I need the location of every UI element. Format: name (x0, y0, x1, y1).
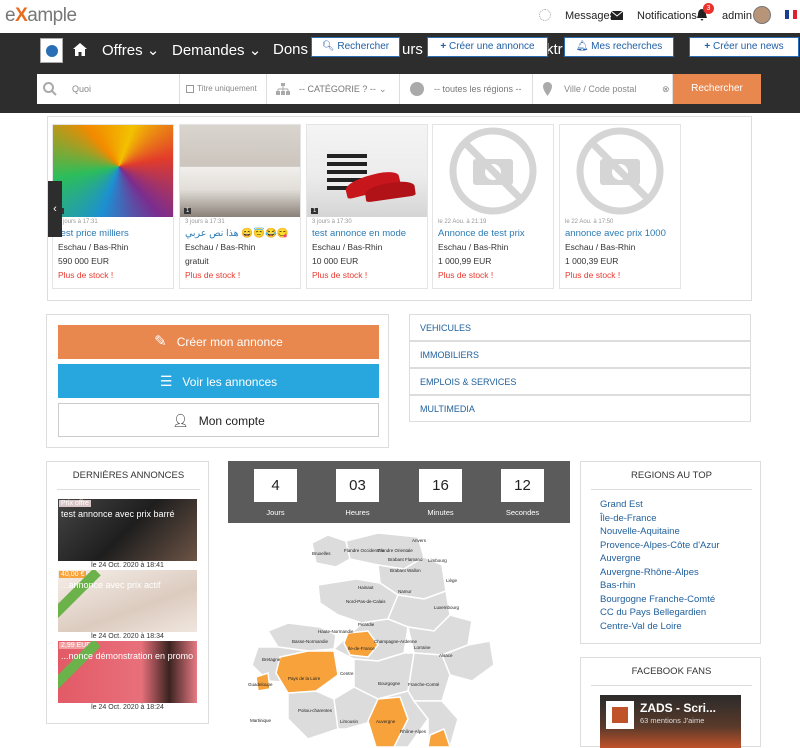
my-account-button[interactable]: 👤︎ Mon compte (58, 403, 379, 437)
facebook-title: FACEBOOK FANS (631, 666, 712, 677)
category-emplois[interactable]: EMPLOIS & SERVICES (409, 368, 751, 395)
listing-card[interactable]: 1 3 jours à 17:31 هذا نص عربي 😄😇😂😋 Escha… (179, 124, 301, 289)
plus-icon: + (440, 41, 447, 52)
avatar[interactable] (753, 6, 771, 24)
countdown-seconds: 12 (501, 469, 544, 502)
search-input[interactable]: Quoi (37, 74, 180, 104)
theme-toggle-icon[interactable] (539, 9, 551, 21)
listing-card[interactable]: le 22 Aou. à 17:50 annonce avec prix 100… (559, 124, 681, 289)
create-ad-button[interactable]: + Créer une annonce (427, 37, 548, 57)
region-link[interactable]: Auvergne (600, 553, 641, 564)
home-icon[interactable] (73, 43, 87, 56)
facebook-page-widget[interactable]: ZADS - Scri... 63 mentions J'aime (600, 695, 741, 748)
clear-icon[interactable]: ⊗ (662, 84, 670, 95)
listing-card[interactable]: le 22 Aou. à 21:19 Annonce de test prix … (432, 124, 554, 289)
top-regions-title: REGIONS AU TOP (631, 470, 712, 481)
search-bar: Quoi Titre uniquement -- CATÉGORIE ? -- ⌄… (0, 69, 800, 113)
category-immobiliers[interactable]: IMMOBILIERS (409, 341, 751, 368)
countdown: 4 03 16 12 Jours Heures Minutes Secondes (228, 461, 570, 523)
search-icon: 🔍︎ (321, 41, 335, 52)
globe-icon (410, 82, 424, 96)
map-marker-icon (543, 82, 552, 96)
messages-link[interactable]: Messages (565, 10, 615, 22)
action-panel: ✎ Créer mon annonce ☰ Voir les annonces … (46, 314, 389, 448)
latest-ad-item[interactable]: 40,00 € ...annonce avec prix actif (58, 570, 197, 632)
listing-card[interactable]: 1 3 jours à 17:30 test annonce en mode E… (306, 124, 428, 289)
carousel-prev-button[interactable]: ‹ (48, 181, 62, 237)
nav-demandes[interactable]: Demandes ⌄ (172, 41, 261, 59)
nav-partial-item[interactable]: urs (402, 41, 423, 58)
nav-partial-item-2[interactable]: ktr (546, 41, 563, 58)
nav-offres[interactable]: Offres ⌄ (102, 41, 159, 59)
latest-ad-item[interactable]: Prix offre test annonce avec prix barré (58, 499, 197, 561)
globe-icon[interactable] (40, 38, 63, 63)
no-photo-icon (449, 127, 537, 215)
region-map[interactable]: Bruxelles Flandre Occidentale Flandre Or… (228, 523, 570, 747)
site-logo[interactable]: eXample (5, 5, 77, 27)
latest-ad-item[interactable]: 2,99 EUR ...nonce démonstration en promo (58, 641, 197, 703)
latest-ad-date: le 24 Oct. 2020 à 18:34 (91, 633, 164, 640)
view-ads-button[interactable]: ☰ Voir les annonces (58, 364, 379, 398)
region-link[interactable]: Île-de-France (600, 513, 657, 524)
category-list: VEHICULES IMMOBILIERS EMPLOIS & SERVICES… (409, 314, 751, 423)
envelope-icon (611, 11, 623, 20)
user-menu[interactable]: admin (722, 10, 752, 22)
create-news-button[interactable]: + Créer une news (689, 37, 799, 57)
no-photo-icon (576, 127, 664, 215)
search-submit-button[interactable]: Rechercher (673, 74, 761, 104)
latest-ads-title: DERNIÈRES ANNONCES (72, 470, 185, 481)
region-link[interactable]: Bourgogne Franche-Comté (600, 594, 715, 605)
region-link[interactable]: Bas-rhin (600, 580, 635, 591)
countdown-hours: 03 (336, 469, 379, 502)
region-link[interactable]: Auvergne-Rhône-Alpes (600, 567, 699, 578)
category-multimedia[interactable]: MULTIMEDIA (409, 395, 751, 422)
main-nav: Offres ⌄ Demandes ⌄ Dons urs ktr 🔍︎ Rech… (0, 33, 800, 69)
listing-image (307, 125, 427, 217)
countdown-days: 4 (254, 469, 297, 502)
region-select[interactable]: -- toutes les régions -- (400, 74, 533, 104)
region-link[interactable]: Nouvelle-Aquitaine (600, 526, 680, 537)
listing-image (53, 125, 173, 217)
camera-icon: 1 (311, 208, 319, 214)
page-avatar (606, 701, 634, 729)
create-ad-button[interactable]: ✎ Créer mon annonce (58, 325, 379, 359)
nav-dons[interactable]: Dons (273, 41, 308, 58)
sitemap-icon (276, 83, 290, 95)
edit-icon: ✎ (154, 333, 167, 350)
region-link[interactable]: CC du Pays Bellegardien (600, 607, 706, 618)
facebook-panel: FACEBOOK FANS ZADS - Scri... 63 mentions… (580, 657, 761, 748)
list-icon: ☰ (159, 373, 173, 389)
listing-card[interactable]: 1 3 jours à 17:31 test price milliers Es… (52, 124, 174, 289)
search-button[interactable]: 🔍︎ Rechercher (311, 37, 400, 57)
category-vehicules[interactable]: VEHICULES (409, 314, 751, 341)
bell-icon: 🔔︎ (575, 41, 589, 52)
region-link[interactable]: Provence-Alpes-Côte d'Azur (600, 540, 720, 551)
category-select[interactable]: -- CATÉGORIE ? -- ⌄ (267, 74, 400, 104)
listing-image (180, 125, 300, 217)
french-flag-icon[interactable] (785, 10, 797, 19)
user-icon: 👤︎ (172, 413, 189, 428)
plus-icon: + (704, 41, 711, 52)
listings-carousel: 1 3 jours à 17:31 test price milliers Es… (47, 116, 752, 301)
title-only-checkbox[interactable]: Titre uniquement (180, 74, 267, 104)
region-link[interactable]: Grand Est (600, 499, 643, 510)
notifications-link[interactable]: Notifications (637, 10, 697, 22)
countdown-minutes: 16 (419, 469, 462, 502)
top-bar: eXample Messages Notifications 3 admin (0, 0, 800, 33)
camera-icon: 1 (184, 208, 192, 214)
latest-ad-date: le 24 Oct. 2020 à 18:24 (91, 704, 164, 711)
search-icon (43, 82, 57, 96)
city-input[interactable]: Ville / Code postal ⊗ (533, 74, 673, 104)
notification-count-badge: 3 (703, 3, 714, 14)
my-searches-button[interactable]: 🔔︎ Mes recherches (564, 37, 674, 57)
latest-ad-date: le 24 Oct. 2020 à 18:41 (91, 562, 164, 569)
region-link[interactable]: Centre-Val de Loire (600, 621, 682, 632)
